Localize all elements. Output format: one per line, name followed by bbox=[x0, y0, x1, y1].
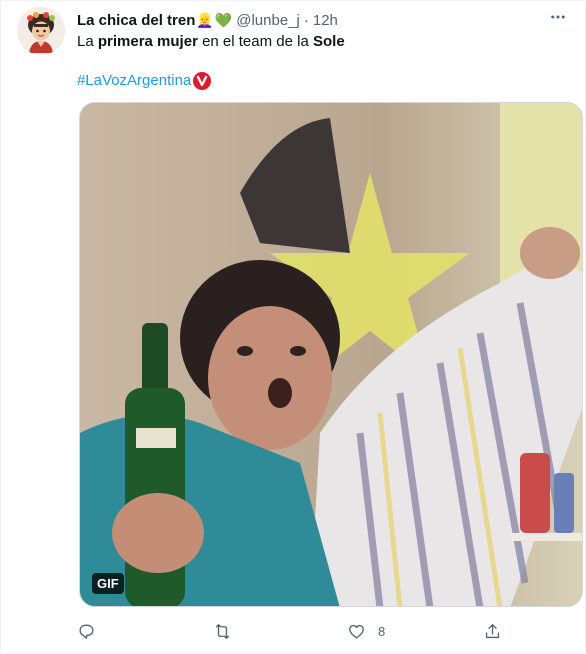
gif-frame bbox=[80, 103, 582, 606]
avatar-illustration bbox=[17, 7, 65, 55]
green-heart-emoji: 💚 bbox=[214, 11, 233, 28]
heart-icon bbox=[349, 624, 364, 639]
reply-icon bbox=[79, 623, 94, 639]
gif-badge: GIF bbox=[92, 573, 124, 594]
avatar[interactable] bbox=[17, 7, 65, 55]
retweet-button[interactable] bbox=[213, 619, 232, 643]
like-count: 8 bbox=[378, 623, 386, 639]
tweet-text-part: La bbox=[77, 33, 98, 50]
user-handle[interactable]: @lunbe_j bbox=[236, 12, 300, 29]
tweet-text-part: en el team de la bbox=[197, 33, 313, 50]
display-name[interactable]: La chica del tren bbox=[77, 12, 195, 29]
reply-button[interactable] bbox=[77, 619, 96, 643]
gif-media[interactable]: GIF bbox=[79, 102, 583, 607]
timestamp[interactable]: 12h bbox=[313, 12, 338, 29]
like-button[interactable]: 8 bbox=[347, 619, 385, 643]
hashtag-line: #LaVozArgentina bbox=[77, 71, 212, 91]
more-options-button[interactable] bbox=[545, 7, 571, 27]
tweet-actions: 8 bbox=[77, 619, 507, 643]
retweet-icon bbox=[215, 623, 230, 639]
blonde-woman-emoji: 👱‍♀️ bbox=[196, 11, 214, 28]
tweet-header: La chica del tren 👱‍♀️ 💚 @lunbe_j · 12h bbox=[77, 10, 569, 30]
hashtag-link[interactable]: #LaVozArgentina bbox=[77, 71, 191, 91]
tweet-text-bold-part: primera mujer bbox=[97, 33, 198, 50]
la-voz-hashflag-icon bbox=[193, 72, 212, 90]
share-button[interactable] bbox=[483, 619, 502, 643]
tweet-card[interactable]: La chica del tren 👱‍♀️ 💚 @lunbe_j · 12h … bbox=[0, 0, 586, 654]
separator-dot: · bbox=[303, 11, 309, 29]
tweet-text: La primera mujer en el team de la Sole bbox=[77, 32, 569, 52]
more-dots-icon bbox=[551, 15, 565, 19]
share-icon bbox=[485, 623, 500, 638]
tweet-text-bold-part: Sole bbox=[312, 33, 345, 50]
